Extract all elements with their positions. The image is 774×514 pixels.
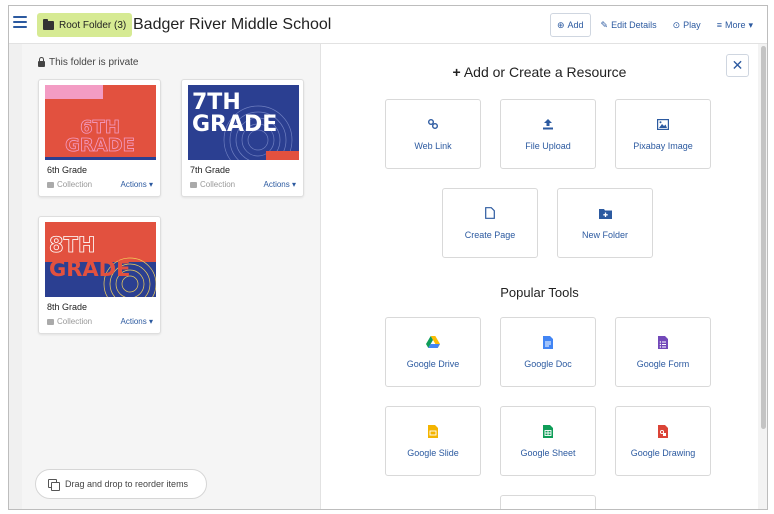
- scrollbar[interactable]: [758, 44, 767, 509]
- root-folder-button[interactable]: Root Folder (3): [37, 13, 133, 37]
- add-resource-heading-text: Add or Create a Resource: [463, 64, 627, 80]
- collection-type-label: Collection: [200, 180, 236, 189]
- actions-label: Actions: [120, 180, 147, 189]
- toolbar-actions: ⊕ Add ✎ Edit Details ⊙ Play ≡ More ▾: [549, 13, 759, 37]
- folder-icon: [43, 18, 54, 30]
- link-icon: [426, 117, 440, 131]
- google-slide-icon: [426, 424, 440, 438]
- page-icon: [483, 206, 497, 220]
- pixabay-image-label: Pixabay Image: [633, 141, 693, 151]
- google-sheet-button[interactable]: Google Sheet: [500, 406, 596, 476]
- caret-down-icon: ▾: [748, 19, 753, 30]
- google-slide-button[interactable]: Google Slide: [385, 406, 481, 476]
- folder-icon: [47, 181, 54, 188]
- svg-text:8TH: 8TH: [49, 233, 96, 257]
- google-drive-label: Google Drive: [406, 359, 460, 369]
- folder-contents-panel: This folder is private 6TH GRADE 6th Gra…: [22, 44, 321, 509]
- lock-icon: [38, 56, 45, 67]
- google-doc-button[interactable]: Google Doc: [500, 317, 596, 387]
- add-resource-heading: + Add or Create a Resource: [321, 64, 758, 80]
- collection-card-7th-grade[interactable]: 7TH GRADE 7th Grade Collection Actions ▾: [181, 79, 304, 197]
- google-drive-icon: [426, 335, 440, 349]
- pencil-icon: ✎: [600, 19, 609, 30]
- edit-details-label: Edit Details: [611, 20, 657, 30]
- collection-thumbnail: 8TH GRADE: [45, 222, 156, 297]
- actions-dropdown[interactable]: Actions ▾: [121, 317, 153, 326]
- collection-title: 8th Grade: [47, 302, 88, 312]
- add-resource-panel: ✕ + Add or Create a Resource Web Link Fi…: [321, 44, 758, 509]
- collection-type-label: Collection: [57, 317, 93, 326]
- create-page-button[interactable]: Create Page: [442, 188, 538, 258]
- collection-thumbnail: 6TH GRADE: [45, 85, 156, 160]
- privacy-notice: This folder is private: [38, 56, 139, 68]
- add-button[interactable]: ⊕ Add: [549, 13, 591, 37]
- google-doc-label: Google Doc: [524, 359, 572, 369]
- google-drive-button[interactable]: Google Drive: [385, 317, 481, 387]
- google-sheet-icon: [541, 424, 555, 438]
- upload-icon: [541, 117, 555, 131]
- collection-title: 6th Grade: [47, 165, 88, 175]
- popular-tools-heading: Popular Tools: [500, 285, 579, 300]
- actions-label: Actions: [120, 317, 147, 326]
- folder-icon: [47, 318, 54, 325]
- plus-circle-icon: ⊕: [556, 19, 565, 30]
- drag-reorder-hint[interactable]: Drag and drop to reorder items: [35, 469, 207, 499]
- image-icon: [656, 117, 670, 131]
- folder-icon: [190, 181, 197, 188]
- hamburger-menu-icon[interactable]: [13, 16, 27, 28]
- collection-thumbnail: 7TH GRADE: [188, 85, 299, 160]
- drag-hint-label: Drag and drop to reorder items: [65, 479, 189, 489]
- folder-plus-icon: [598, 206, 612, 220]
- collection-type-label: Collection: [57, 180, 93, 189]
- page-title: Badger River Middle School: [133, 16, 332, 33]
- actions-dropdown[interactable]: Actions ▾: [264, 180, 296, 189]
- google-drawing-button[interactable]: Google Drawing: [615, 406, 711, 476]
- copy-icon: [48, 479, 60, 491]
- file-upload-label: File Upload: [525, 141, 571, 151]
- collection-type: Collection: [47, 180, 92, 189]
- google-drawing-label: Google Drawing: [630, 448, 696, 458]
- app-window: Root Folder (3) Badger River Middle Scho…: [8, 5, 768, 510]
- privacy-label: This folder is private: [49, 57, 139, 68]
- add-label: Add: [567, 20, 584, 30]
- web-link-button[interactable]: Web Link: [385, 99, 481, 169]
- collection-type: Collection: [47, 317, 92, 326]
- plus-icon: +: [452, 64, 461, 80]
- svg-text:GRADE: GRADE: [49, 257, 130, 281]
- more-button[interactable]: ≡ More ▾: [711, 13, 759, 37]
- new-folder-button[interactable]: New Folder: [557, 188, 653, 258]
- actions-label: Actions: [263, 180, 290, 189]
- play-label: Play: [683, 20, 701, 30]
- scrollbar-thumb[interactable]: [761, 46, 766, 429]
- google-form-label: Google Form: [636, 359, 690, 369]
- pixabay-image-button[interactable]: Pixabay Image: [615, 99, 711, 169]
- actions-dropdown[interactable]: Actions ▾: [121, 180, 153, 189]
- google-form-icon: [656, 335, 670, 349]
- google-drawing-icon: [656, 424, 670, 438]
- collection-title: 7th Grade: [190, 165, 231, 175]
- play-button[interactable]: ⊙ Play: [667, 13, 707, 37]
- more-label: More: [724, 20, 746, 30]
- web-link-label: Web Link: [414, 141, 452, 151]
- top-bar: Root Folder (3) Badger River Middle Scho…: [9, 6, 767, 44]
- collection-type: Collection: [190, 180, 235, 189]
- collection-card-8th-grade[interactable]: 8TH GRADE 8th Grade Collection Actions ▾: [38, 216, 161, 334]
- more-tool-tile[interactable]: [500, 495, 596, 509]
- google-form-button[interactable]: Google Form: [615, 317, 711, 387]
- svg-text:GRADE: GRADE: [192, 112, 277, 137]
- google-sheet-label: Google Sheet: [520, 448, 576, 458]
- edit-details-button[interactable]: ✎ Edit Details: [595, 13, 663, 37]
- file-upload-button[interactable]: File Upload: [500, 99, 596, 169]
- create-page-label: Create Page: [464, 230, 516, 240]
- google-doc-icon: [541, 335, 555, 349]
- collection-card-6th-grade[interactable]: 6TH GRADE 6th Grade Collection Actions ▾: [38, 79, 161, 197]
- play-circle-icon: ⊙: [672, 19, 681, 30]
- google-slide-label: Google Slide: [407, 448, 459, 458]
- svg-text:GRADE: GRADE: [65, 135, 135, 156]
- new-folder-label: New Folder: [581, 230, 628, 240]
- root-folder-label: Root Folder (3): [59, 19, 127, 31]
- left-edge-strip: [9, 44, 22, 509]
- list-icon: ≡: [716, 20, 722, 30]
